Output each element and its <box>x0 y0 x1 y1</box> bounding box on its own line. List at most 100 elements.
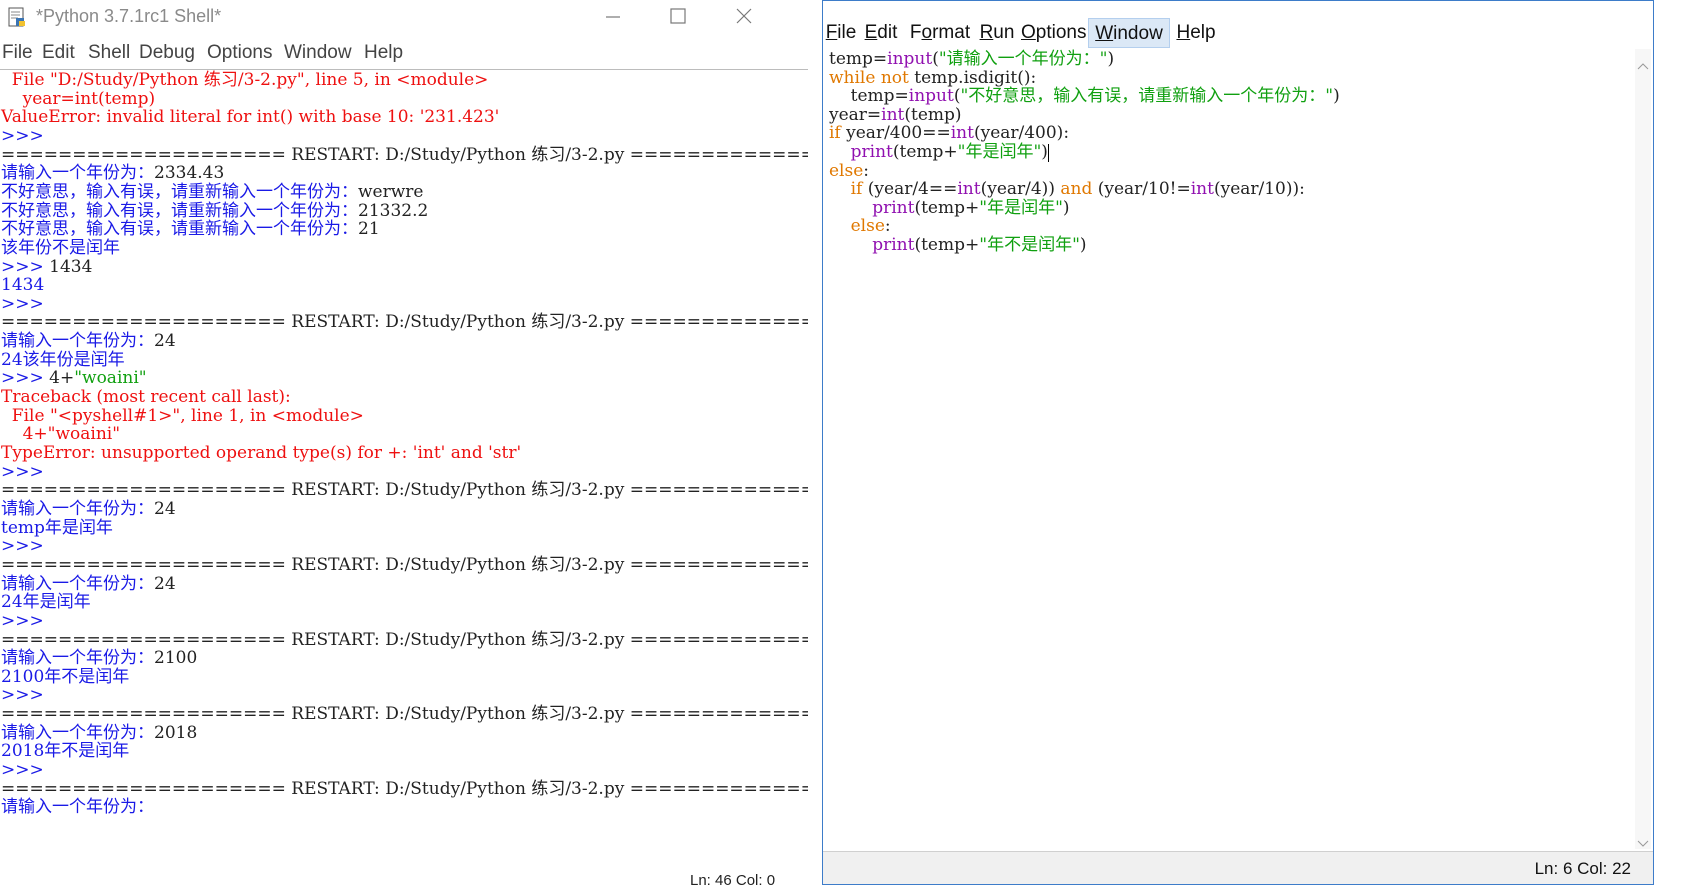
shell-line: ==================== RESTART: D:/Study/P… <box>1 704 808 724</box>
shell-line: >>> <box>1 126 49 146</box>
shell-text-segment: 24 <box>154 498 176 519</box>
code-line: temp=input("请输入一个年份为：") <box>829 49 1114 69</box>
editor-menu-format[interactable]: Format <box>905 18 975 48</box>
code-token: ) <box>1107 49 1115 69</box>
shell-line: temp年是闰年 <box>1 518 113 538</box>
code-token: temp= <box>829 86 909 107</box>
shell-text-segment: >>> <box>1 760 50 781</box>
shell-line: >>> <box>1 611 49 631</box>
shell-line: 请输入一个年份为：24 <box>1 574 176 594</box>
shell-text-segment: File "<pyshell#1>", line 1, in <module> <box>1 405 364 426</box>
editor-menu-window[interactable]: Window <box>1088 18 1170 48</box>
shell-text-segment: 请输入一个年份为： <box>1 498 154 519</box>
code-line: else: <box>829 161 869 181</box>
shell-output-area[interactable]: File "D:/Study/Python 练习/3-2.py", line 5… <box>0 69 808 878</box>
shell-line: 24该年份是闰年 <box>1 350 125 370</box>
editor-vertical-scrollbar[interactable] <box>1635 49 1651 849</box>
shell-line: year=int(temp) <box>1 89 156 109</box>
code-token: : <box>884 216 891 237</box>
shell-text-segment: 24 <box>154 331 176 352</box>
editor-menu-edit[interactable]: Edit <box>861 18 901 48</box>
shell-line: >>> <box>1 462 49 482</box>
shell-text-segment: >>> <box>1 125 50 146</box>
code-line: year=int(temp) <box>829 105 962 125</box>
shell-line: ==================== RESTART: D:/Study/P… <box>1 630 808 650</box>
shell-line: >>> 1434 <box>1 257 92 277</box>
editor-menu-bar: File Edit Format Run Options Window Help <box>823 18 1653 48</box>
code-token: (temp+ <box>914 235 980 255</box>
shell-text-segment: 24年是闰年 <box>1 592 91 613</box>
shell-menu-help[interactable]: Help <box>364 38 403 68</box>
shell-text-segment: 24该年份是闰年 <box>1 349 125 370</box>
editor-menu-help[interactable]: Help <box>1173 18 1219 48</box>
shell-menu-edit[interactable]: Edit <box>42 38 75 68</box>
shell-title-bar[interactable]: *Python 3.7.1rc1 Shell* <box>0 0 810 34</box>
shell-line: ==================== RESTART: D:/Study/P… <box>1 555 808 575</box>
shell-status-bar: Ln: 46 Col: 0 <box>690 872 776 887</box>
shell-text-segment: ==================== RESTART: D:/Study/P… <box>1 704 808 725</box>
code-token: int <box>957 179 981 200</box>
background-window-edge <box>1654 0 1681 887</box>
shell-text-segment: 请输入一个年份为： <box>1 163 154 184</box>
scroll-down-arrow-icon[interactable] <box>1637 833 1649 852</box>
code-token: (temp+ <box>892 142 958 162</box>
code-token: (temp) <box>904 104 962 125</box>
code-token: ) <box>1062 197 1070 218</box>
code-token: input <box>908 86 954 107</box>
shell-menu-options[interactable]: Options <box>207 38 272 68</box>
shell-line: 24年是闰年 <box>1 592 91 612</box>
maximize-icon[interactable] <box>655 0 701 34</box>
shell-line: >>> 4+"woaini" <box>1 368 147 388</box>
shell-line: >>> <box>1 536 49 556</box>
shell-text-segment: 不好意思，输入有误，请重新输入一个年份为： <box>1 200 358 221</box>
shell-line: 不好意思，输入有误，请重新输入一个年份为：21332.2 <box>1 201 428 221</box>
shell-text-segment: >>> <box>1 461 50 482</box>
code-line: print(temp+"年是闰年") <box>829 142 1049 162</box>
code-token: else <box>850 216 885 237</box>
shell-line: 不好意思，输入有误，请重新输入一个年份为：21 <box>1 219 380 239</box>
code-token: "年不是闰年" <box>979 235 1080 255</box>
shell-line: 请输入一个年份为：2018 <box>1 723 197 743</box>
menu-mnemonic: O <box>1021 22 1036 43</box>
shell-text-segment: >>> <box>1 256 50 277</box>
shell-line: >>> <box>1 294 49 314</box>
editor-menu-run[interactable]: Run <box>976 18 1018 48</box>
code-token: while not <box>829 67 915 88</box>
shell-text-segment: 请输入一个年份为： <box>1 648 154 669</box>
code-token: ( <box>932 49 939 69</box>
shell-menu-file[interactable]: File <box>2 38 33 68</box>
shell-menu-debug[interactable]: Debug <box>139 38 195 68</box>
shell-menu-window[interactable]: Window <box>284 38 352 68</box>
scroll-up-arrow-icon[interactable] <box>1637 55 1649 74</box>
minimize-icon[interactable] <box>590 0 636 34</box>
shell-text-segment: File "D:/Study/Python 练习/3-2.py", line 5… <box>1 70 489 90</box>
code-token: ) <box>1333 86 1340 107</box>
shell-window: *Python 3.7.1rc1 Shell* File Edit Shell Deb… <box>0 0 810 887</box>
shell-text-segment: 1434 <box>1 275 45 296</box>
code-line: temp=input("不好意思，输入有误，请重新输入一个年份为：") <box>829 86 1340 106</box>
shell-text-segment: 1434 <box>49 256 93 277</box>
code-token: ) <box>1041 142 1048 162</box>
close-icon[interactable] <box>720 0 766 34</box>
code-token: (temp+ <box>914 197 980 218</box>
line-column-indicator: Ln: 6 Col: 22 <box>1534 859 1631 878</box>
shell-line: 4+"woaini" <box>1 424 120 444</box>
shell-text-segment: ValueError: invalid literal for int() wi… <box>1 107 500 128</box>
code-token: ) <box>1079 235 1087 255</box>
editor-menu-options[interactable]: Options <box>1021 18 1086 48</box>
shell-line: 不好意思，输入有误，请重新输入一个年份为：werwre <box>1 182 423 202</box>
shell-line: ==================== RESTART: D:/Study/P… <box>1 145 808 165</box>
editor-code-area[interactable]: temp=input("请输入一个年份为：") while not temp.is… <box>829 49 1629 849</box>
shell-text-segment: 21332.2 <box>358 200 429 221</box>
editor-menu-file[interactable]: File <box>823 18 859 48</box>
shell-text-segment: 不好意思，输入有误，请重新输入一个年份为： <box>1 219 358 240</box>
menu-mnemonic: F <box>825 22 838 43</box>
code-token: year= <box>829 104 882 125</box>
shell-menu-shell[interactable]: Shell <box>88 38 130 68</box>
shell-text-segment: ==================== RESTART: D:/Study/P… <box>1 554 808 575</box>
code-line: if (year/4==int(year/4)) and (year/10!=i… <box>829 179 1305 199</box>
shell-text-segment: "woaini" <box>74 368 147 389</box>
code-line: if year/400==int(year/400): <box>829 123 1069 143</box>
